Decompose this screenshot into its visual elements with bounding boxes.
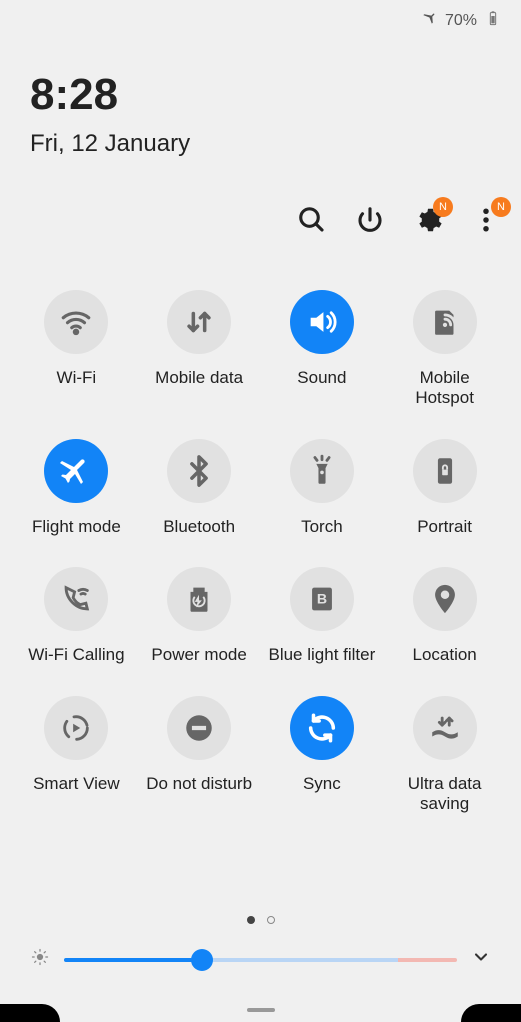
dnd-icon <box>167 696 231 760</box>
tile-torch[interactable]: Torch <box>261 439 384 537</box>
sound-icon <box>290 290 354 354</box>
tile-flight-mode[interactable]: Flight mode <box>15 439 138 537</box>
wifi-calling-icon <box>44 567 108 631</box>
tile-smart-view[interactable]: Smart View <box>15 696 138 815</box>
tile-label: Ultra data saving <box>390 774 500 815</box>
sync-icon <box>290 696 354 760</box>
more-button[interactable]: N <box>471 205 501 235</box>
brightness-slider[interactable] <box>64 958 457 962</box>
screen-corner <box>461 1004 521 1022</box>
tile-hotspot[interactable]: Mobile Hotspot <box>383 290 506 409</box>
airplane-icon <box>421 10 437 31</box>
wifi-icon <box>44 290 108 354</box>
notification-badge: N <box>433 197 453 217</box>
quick-settings-grid: Wi-Fi Mobile data Sound Mobile Hotspot F… <box>0 290 521 814</box>
tile-label: Sound <box>297 368 346 388</box>
screen-corner <box>0 1004 60 1022</box>
portrait-lock-icon <box>413 439 477 503</box>
settings-button[interactable]: N <box>413 205 443 235</box>
mobile-data-icon <box>167 290 231 354</box>
tile-label: Mobile Hotspot <box>390 368 500 409</box>
battery-icon <box>485 10 501 31</box>
tile-label: Smart View <box>33 774 120 794</box>
tile-label: Bluetooth <box>163 517 235 537</box>
brightness-icon <box>30 947 50 972</box>
tile-sound[interactable]: Sound <box>261 290 384 409</box>
smart-view-icon <box>44 696 108 760</box>
tile-label: Mobile data <box>155 368 243 388</box>
tile-bluetooth[interactable]: Bluetooth <box>138 439 261 537</box>
tile-label: Wi-Fi Calling <box>28 645 124 665</box>
tile-label: Portrait <box>417 517 472 537</box>
search-button[interactable] <box>297 205 327 235</box>
blue-light-icon: B <box>290 567 354 631</box>
hotspot-icon <box>413 290 477 354</box>
tile-label: Torch <box>301 517 343 537</box>
torch-icon <box>290 439 354 503</box>
tile-location[interactable]: Location <box>383 567 506 665</box>
tile-label: Blue light filter <box>268 645 375 665</box>
tile-power-mode[interactable]: Power mode <box>138 567 261 665</box>
tile-label: Sync <box>303 774 341 794</box>
tile-blue-light[interactable]: B Blue light filter <box>261 567 384 665</box>
page-dot-active <box>247 916 255 924</box>
slider-thumb[interactable] <box>191 949 213 971</box>
tile-ultra-data[interactable]: Ultra data saving <box>383 696 506 815</box>
location-icon <box>413 567 477 631</box>
ultra-data-icon <box>413 696 477 760</box>
tile-label: Wi-Fi <box>57 368 97 388</box>
tile-wifi-calling[interactable]: Wi-Fi Calling <box>15 567 138 665</box>
home-indicator[interactable] <box>247 1008 275 1012</box>
brightness-row <box>30 947 491 972</box>
power-mode-icon <box>167 567 231 631</box>
tile-label: Do not disturb <box>146 774 252 794</box>
tile-wifi[interactable]: Wi-Fi <box>15 290 138 409</box>
notification-badge: N <box>491 197 511 217</box>
tile-portrait[interactable]: Portrait <box>383 439 506 537</box>
power-button[interactable] <box>355 205 385 235</box>
clock: 8:28 <box>30 70 118 120</box>
qs-toolbar: N N <box>297 205 501 235</box>
svg-text:B: B <box>317 591 327 607</box>
tile-label: Power mode <box>151 645 246 665</box>
airplane-icon <box>44 439 108 503</box>
battery-text: 70% <box>445 12 477 30</box>
tile-label: Location <box>412 645 476 665</box>
date: Fri, 12 January <box>30 130 190 158</box>
tile-sync[interactable]: Sync <box>261 696 384 815</box>
tile-dnd[interactable]: Do not disturb <box>138 696 261 815</box>
page-indicator[interactable] <box>0 916 521 924</box>
page-dot <box>267 916 275 924</box>
tile-label: Flight mode <box>32 517 121 537</box>
tile-mobile-data[interactable]: Mobile data <box>138 290 261 409</box>
status-bar: 70% <box>421 10 501 31</box>
bluetooth-icon <box>167 439 231 503</box>
expand-button[interactable] <box>471 947 491 972</box>
